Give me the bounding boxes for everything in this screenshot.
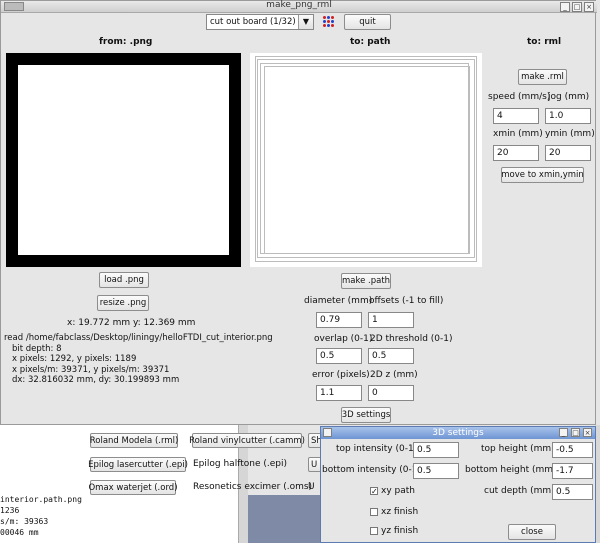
info-line: dx: 32.816032 mm, dy: 30.199893 mm (12, 375, 180, 386)
png-preview (6, 53, 241, 267)
xmin-field[interactable]: 20 (493, 145, 539, 161)
png-info-text: read /home/fabclass/Desktop/liningy/hell… (4, 333, 273, 386)
terminal-line: 00046 mm (0, 528, 39, 537)
grid-dot (327, 20, 330, 23)
roland-modela-button[interactable]: Roland Modela (.rml) (90, 433, 178, 448)
bottom-height-label: bottom height (mm): (465, 465, 560, 475)
bottom-intensity-field[interactable]: 0.5 (413, 463, 459, 479)
overlap-field[interactable]: 0.5 (316, 348, 362, 364)
xy-path-label[interactable]: xy path (381, 486, 415, 496)
yz-finish-label[interactable]: yz finish (381, 526, 418, 536)
top-height-field[interactable]: -0.5 (552, 442, 593, 458)
threshold-label: 2D threshold (0-1) (370, 334, 453, 344)
main-window: make_png_rml _ □ × cut out board (1/32) … (0, 0, 597, 425)
offsets-label: offsets (-1 to fill) (369, 296, 444, 306)
yz-finish-checkbox[interactable] (370, 527, 378, 535)
3d-settings-dialog: 3D settings _ □ × top intensity (0-1): 0… (320, 426, 596, 543)
rml-column-heading: to: rml (527, 37, 562, 47)
xy-path-checkbox[interactable]: ✓ (370, 487, 378, 496)
error-label: error (pixels) (312, 370, 370, 380)
jog-label: jog (mm) (548, 92, 590, 102)
png-size-readout: x: 19.772 mm y: 12.369 mm (67, 318, 196, 328)
chevron-down-icon[interactable]: ▼ (298, 15, 313, 29)
ymin-label: ymin (mm) (545, 129, 595, 139)
universal-label[interactable]: U (308, 482, 315, 492)
path-column-heading: to: path (350, 37, 391, 47)
speed-label: speed (mm/s) (488, 92, 551, 102)
info-line: read /home/fabclass/Desktop/liningy/hell… (4, 333, 273, 343)
close-button[interactable]: close (508, 524, 556, 540)
info-line: x pixels/m: 39371, y pixels/m: 39371 (12, 364, 170, 375)
resize-png-button[interactable]: resize .png (97, 295, 149, 311)
bottom-intensity-label: bottom intensity (0-1): (322, 465, 425, 475)
make-rml-button[interactable]: make .rml (518, 69, 567, 85)
info-line: x pixels: 1292, y pixels: 1189 (12, 354, 137, 365)
top-height-label: top height (mm): (481, 444, 558, 454)
speed-field[interactable]: 4 (493, 108, 539, 124)
png-image (18, 65, 229, 255)
resonetics-label[interactable]: Resonetics excimer (.oms) (193, 482, 312, 492)
epilog-lasercutter-button[interactable]: Epilog lasercutter (.epi) (88, 457, 188, 472)
grid-dot (327, 24, 330, 27)
grid-dot (331, 20, 334, 23)
grid-dot (323, 20, 326, 23)
dialog-maximize-icon[interactable]: □ (571, 428, 580, 437)
bottom-height-field[interactable]: -1.7 (552, 463, 593, 479)
path-outline (264, 66, 470, 254)
minimize-icon[interactable]: _ (560, 2, 570, 12)
make-path-button[interactable]: make .path (341, 273, 391, 289)
load-png-button[interactable]: load .png (99, 272, 149, 288)
grid-dot (323, 16, 326, 19)
diameter-field[interactable]: 0.79 (316, 312, 362, 328)
top-intensity-label: top intensity (0-1): (336, 444, 421, 454)
xmin-label: xmin (mm) (493, 129, 543, 139)
terminal-line: 1236 (0, 506, 20, 515)
title-bar[interactable]: make_png_rml _ □ × (1, 0, 597, 13)
terminal-line: s/m: 39363 (0, 517, 49, 526)
path-preview (250, 53, 482, 267)
dots-grid-icon[interactable] (322, 15, 335, 28)
epilog-halftone-label[interactable]: Epilog halftone (.epi) (193, 459, 287, 469)
error-field[interactable]: 1.1 (316, 385, 362, 401)
dialog-title: 3D settings (432, 428, 484, 438)
overlap-label: overlap (0-1) (314, 334, 373, 344)
offsets-field[interactable]: 1 (368, 312, 414, 328)
threshold-field[interactable]: 0.5 (368, 348, 414, 364)
dialog-title-bar[interactable]: 3D settings (321, 427, 595, 439)
info-line: bit depth: 8 (12, 343, 62, 354)
png-column-heading: from: .png (99, 37, 153, 47)
close-icon[interactable]: × (584, 2, 594, 12)
top-intensity-field[interactable]: 0.5 (413, 442, 459, 458)
dialog-minimize-icon[interactable]: _ (559, 428, 568, 437)
z-field[interactable]: 0 (368, 385, 414, 401)
dialog-menu-icon[interactable] (323, 428, 332, 437)
quit-button[interactable]: quit (344, 14, 391, 30)
grid-dot (331, 24, 334, 27)
grid-dot (327, 16, 330, 19)
roland-vinylcutter-button[interactable]: Roland vinylcutter (.camm) (189, 433, 305, 448)
3d-settings-button[interactable]: 3D settings (341, 407, 391, 423)
grid-dot (331, 16, 334, 19)
ymin-field[interactable]: 20 (545, 145, 591, 161)
jog-field[interactable]: 1.0 (545, 108, 591, 124)
grid-dot (323, 24, 326, 27)
dialog-close-icon[interactable]: × (583, 428, 592, 437)
z-label: 2D z (mm) (370, 370, 418, 380)
maximize-icon[interactable]: □ (572, 2, 582, 12)
cut-depth-label: cut depth (mm): (484, 486, 558, 496)
window-title: make_png_rml (266, 0, 332, 10)
cut-depth-field[interactable]: 0.5 (552, 484, 593, 500)
diameter-label: diameter (mm) (304, 296, 373, 306)
xz-finish-checkbox[interactable] (370, 508, 378, 516)
omax-waterjet-button[interactable]: Omax waterjet (.ord) (88, 480, 178, 495)
move-to-xmin-ymin-button[interactable]: move to xmin,ymin (501, 167, 584, 183)
xz-finish-label[interactable]: xz finish (381, 507, 418, 517)
